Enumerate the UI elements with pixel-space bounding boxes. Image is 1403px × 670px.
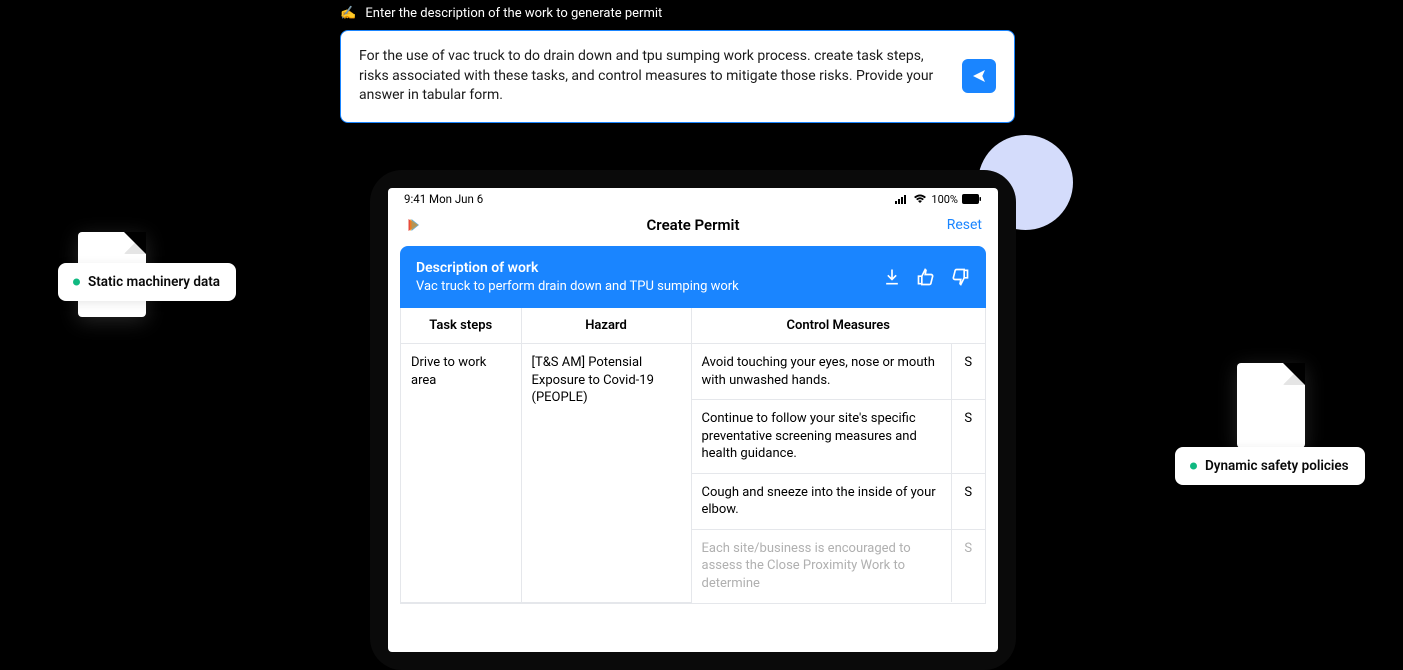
reset-button[interactable]: Reset: [947, 217, 982, 233]
cell-s: S: [951, 529, 985, 602]
card-title: Description of work: [416, 260, 882, 276]
card-subtitle: Vac truck to perform drain down and TPU …: [416, 279, 882, 294]
table-header-task: Task steps: [401, 308, 521, 344]
table-header-hazard: Hazard: [521, 308, 691, 344]
table-header-control: Control Measures: [691, 308, 985, 344]
document-icon-right: [1237, 363, 1305, 448]
prompt-input-box[interactable]: For the use of vac truck to do drain dow…: [340, 30, 1015, 123]
status-time: 9:41 Mon Jun 6: [404, 192, 483, 206]
app-logo-icon: [404, 216, 422, 234]
cell-control: Each site/business is encouraged to asse…: [691, 529, 951, 602]
tablet-frame: 9:41 Mon Jun 6 100% Create Permit Reset …: [370, 170, 1016, 670]
battery-icon: [962, 194, 982, 204]
app-header: Create Permit Reset: [388, 210, 998, 244]
thumbs-up-icon[interactable]: [916, 267, 936, 287]
cell-s: S: [951, 473, 985, 529]
cell-control: Continue to follow your site's specific …: [691, 400, 951, 474]
cell-control: Avoid touching your eyes, nose or mouth …: [691, 344, 951, 400]
wifi-icon: [913, 194, 927, 204]
send-button[interactable]: [962, 59, 996, 93]
permit-table: Task steps Hazard Control Measures Drive…: [400, 308, 986, 604]
cell-s: S: [951, 400, 985, 474]
work-description-card: Description of work Vac truck to perform…: [400, 246, 986, 308]
tablet-screen: 9:41 Mon Jun 6 100% Create Permit Reset …: [388, 188, 998, 652]
table-row: Drive to work area [T&S AM] Potensial Ex…: [401, 344, 985, 400]
cell-hazard: [T&S AM] Potensial Exposure to Covid-19 …: [521, 344, 691, 603]
download-icon[interactable]: [882, 267, 902, 287]
status-right: 100%: [895, 193, 982, 206]
cell-s: S: [951, 344, 985, 400]
pill-dynamic-safety: Dynamic safety policies: [1175, 447, 1365, 485]
send-icon: [971, 68, 987, 84]
cell-control: Cough and sneeze into the inside of your…: [691, 473, 951, 529]
pill-static-machinery: Static machinery data: [58, 263, 236, 301]
thumbs-down-icon[interactable]: [950, 267, 970, 287]
prompt-label: Enter the description of the work to gen…: [340, 6, 662, 21]
prompt-text[interactable]: For the use of vac truck to do drain dow…: [359, 47, 950, 106]
signal-icon: [895, 194, 909, 204]
cell-task: Drive to work area: [401, 344, 521, 603]
page-title: Create Permit: [647, 216, 740, 234]
status-bar: 9:41 Mon Jun 6 100%: [388, 188, 998, 210]
